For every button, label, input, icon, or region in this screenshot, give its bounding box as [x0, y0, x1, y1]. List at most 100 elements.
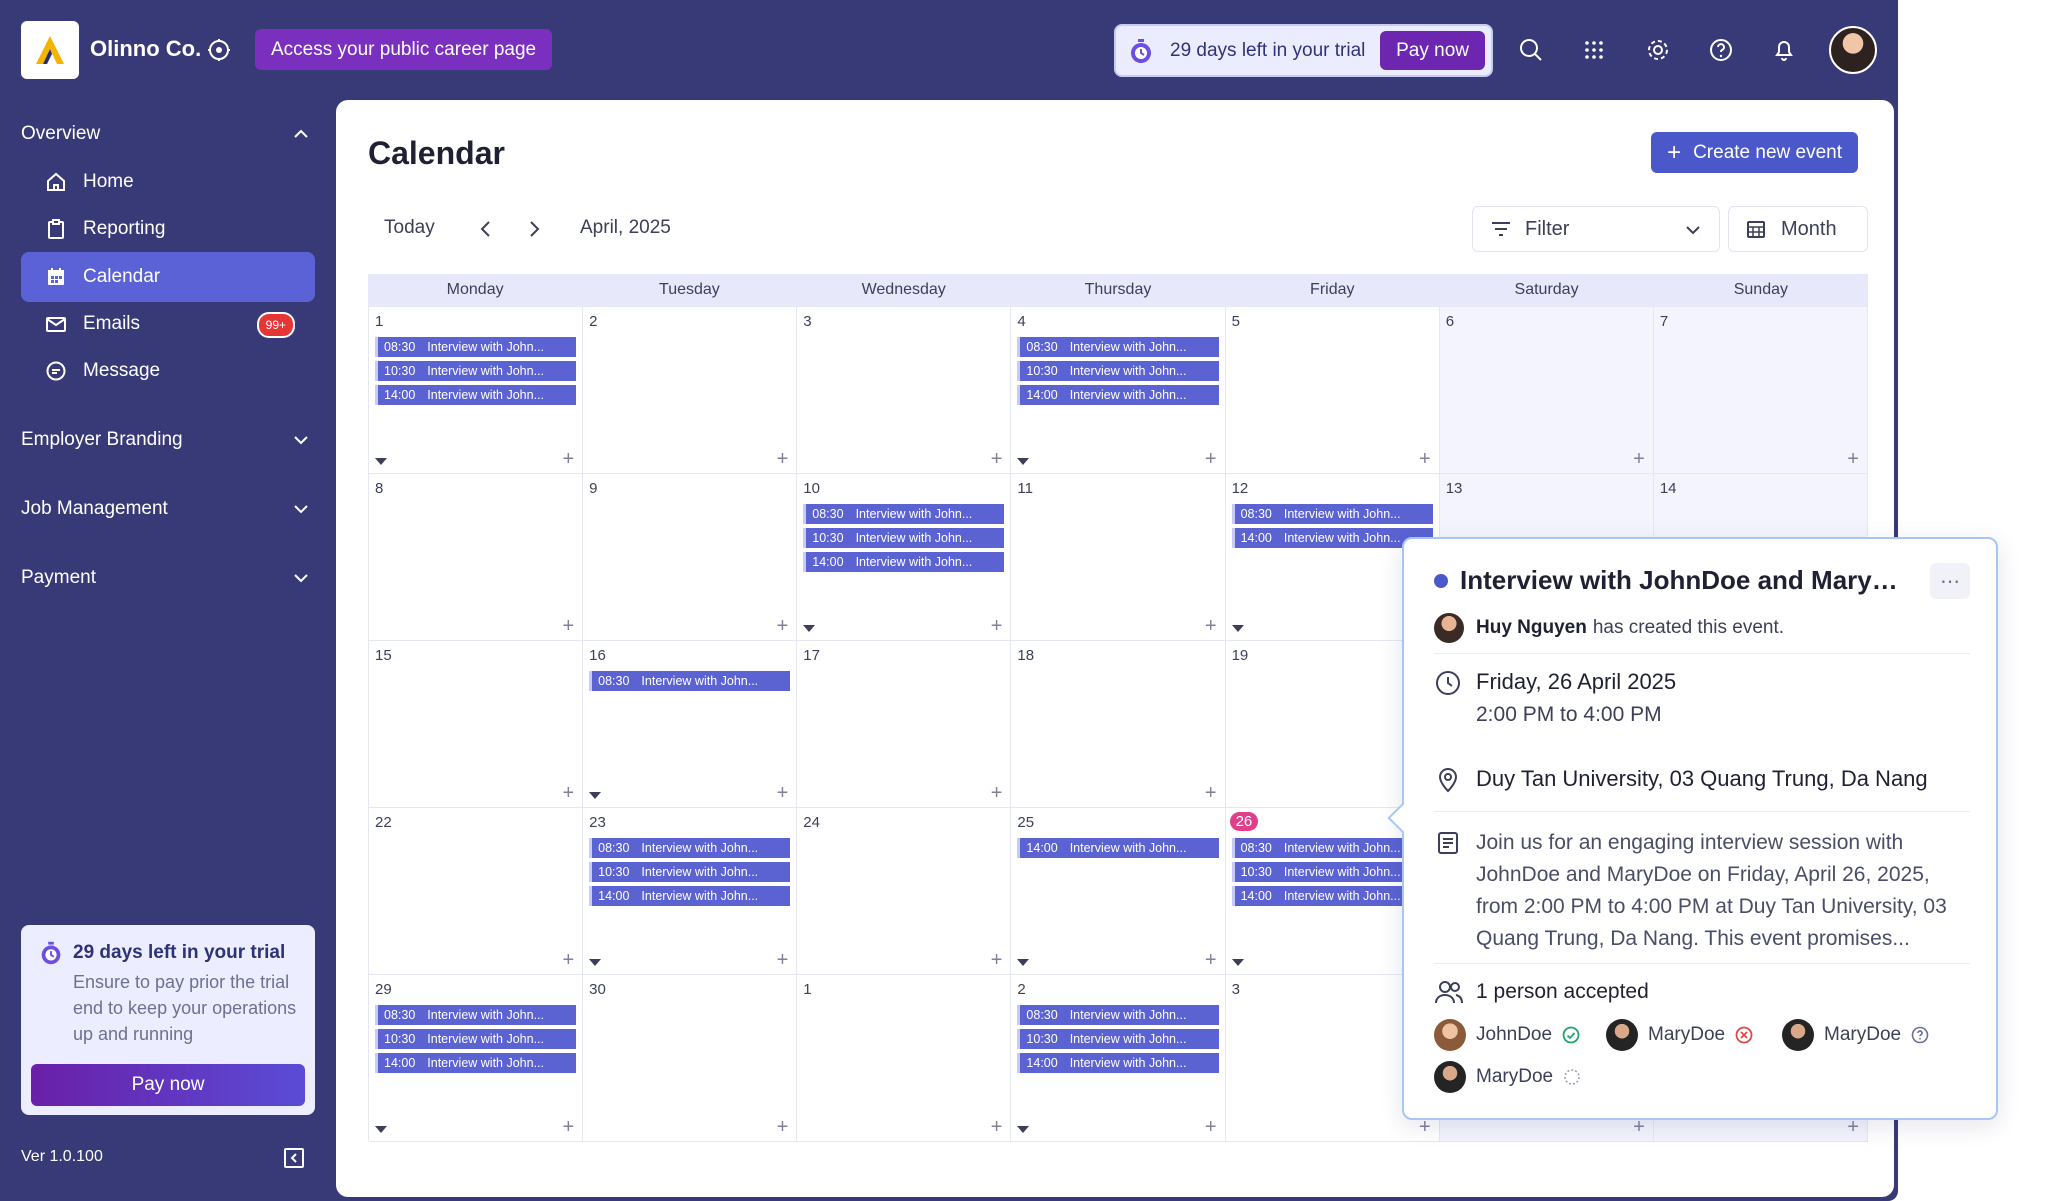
- filter-dropdown[interactable]: Filter: [1472, 206, 1720, 252]
- calendar-day-cell[interactable]: 1 +: [797, 975, 1012, 1142]
- calendar-day-cell[interactable]: 30 +: [583, 975, 798, 1142]
- calendar-event[interactable]: 08:30 Interview with John...: [375, 337, 577, 357]
- sidebar-section-overview[interactable]: Overview: [21, 114, 315, 154]
- expand-events-icon[interactable]: [375, 1126, 387, 1133]
- help-icon[interactable]: [1707, 36, 1735, 64]
- add-event-icon[interactable]: +: [991, 448, 1003, 471]
- calendar-day-cell[interactable]: 2 +: [583, 307, 798, 474]
- chevron-left-icon[interactable]: [474, 217, 498, 241]
- sidebar-item-message[interactable]: Message: [21, 346, 315, 396]
- calendar-day-cell[interactable]: 4 08:30 Interview with John... 10:30 Intervi…: [1011, 307, 1226, 474]
- brand-logo[interactable]: [21, 21, 79, 79]
- calendar-day-cell[interactable]: 10 08:30 Interview with John... 10:30 Interv…: [797, 474, 1012, 641]
- calendar-event[interactable]: 08:30 Interview with John...: [589, 838, 791, 858]
- calendar-event[interactable]: 08:30 Interview with John...: [1017, 1005, 1219, 1025]
- expand-events-icon[interactable]: [1017, 959, 1030, 966]
- chevron-right-icon[interactable]: [522, 217, 546, 241]
- expand-events-icon[interactable]: [1231, 959, 1244, 966]
- sidebar-section-payment[interactable]: Payment: [21, 558, 315, 598]
- calendar-event[interactable]: 10:30 Interview with John...: [803, 528, 1005, 548]
- add-event-icon[interactable]: +: [991, 615, 1003, 638]
- attendee[interactable]: MaryDoe: [1434, 1061, 1581, 1093]
- add-event-icon[interactable]: +: [991, 782, 1003, 805]
- calendar-event[interactable]: 08:30 Interview with John...: [1231, 504, 1433, 524]
- bell-icon[interactable]: [1770, 36, 1798, 64]
- switch-org-icon[interactable]: [205, 36, 233, 64]
- more-options-button[interactable]: ⋯: [1930, 563, 1970, 599]
- pay-now-button[interactable]: Pay now: [1380, 31, 1485, 70]
- add-event-icon[interactable]: +: [562, 782, 574, 805]
- calendar-day-cell[interactable]: 15 +: [369, 641, 584, 808]
- calendar-event[interactable]: 14:00 Interview with John...: [1017, 385, 1219, 405]
- gear-icon[interactable]: [1644, 36, 1672, 64]
- expand-events-icon[interactable]: [803, 625, 816, 632]
- calendar-event[interactable]: 14:00 Interview with John...: [375, 1053, 577, 1073]
- expand-events-icon[interactable]: [589, 792, 602, 799]
- calendar-event[interactable]: 10:30 Interview with John...: [1017, 361, 1219, 381]
- sidebar-item-emails[interactable]: Emails 99+: [21, 299, 315, 349]
- add-event-icon[interactable]: +: [777, 1116, 789, 1139]
- view-mode-dropdown[interactable]: Month: [1728, 206, 1868, 252]
- sidebar-section-employer-branding[interactable]: Employer Branding: [21, 420, 315, 460]
- add-event-icon[interactable]: +: [1205, 782, 1217, 805]
- calendar-day-cell[interactable]: 6 +: [1439, 307, 1654, 474]
- expand-events-icon[interactable]: [589, 959, 602, 966]
- collapse-sidebar-icon[interactable]: [282, 1146, 306, 1170]
- user-avatar[interactable]: [1829, 26, 1877, 74]
- add-event-icon[interactable]: +: [1847, 448, 1859, 471]
- sidebar-item-reporting[interactable]: Reporting: [21, 204, 315, 254]
- calendar-event[interactable]: 14:00 Interview with John...: [1017, 1053, 1219, 1073]
- add-event-icon[interactable]: +: [562, 949, 574, 972]
- calendar-event[interactable]: 10:30 Interview with John...: [1017, 1029, 1219, 1049]
- calendar-event[interactable]: 08:30 Interview with John...: [803, 504, 1005, 524]
- add-event-icon[interactable]: +: [562, 448, 574, 471]
- calendar-day-cell[interactable]: 18 +: [1011, 641, 1226, 808]
- calendar-day-cell[interactable]: 5+: [1225, 307, 1440, 474]
- add-event-icon[interactable]: +: [562, 615, 574, 638]
- add-event-icon[interactable]: +: [991, 949, 1003, 972]
- calendar-event[interactable]: 14:00 Interview with John...: [589, 886, 791, 906]
- expand-events-icon[interactable]: [1231, 625, 1244, 632]
- calendar-day-cell[interactable]: 29 08:30 Interview with John... 10:30 Interv…: [369, 975, 584, 1142]
- sidebar-item-home[interactable]: Home: [21, 157, 315, 207]
- calendar-event[interactable]: 10:30 Interview with John...: [375, 361, 577, 381]
- search-icon[interactable]: [1517, 36, 1545, 64]
- add-event-icon[interactable]: +: [1205, 615, 1217, 638]
- calendar-day-cell[interactable]: 17 +: [797, 641, 1012, 808]
- add-event-icon[interactable]: +: [1419, 448, 1431, 471]
- calendar-day-cell[interactable]: 9 +: [583, 474, 798, 641]
- calendar-day-cell[interactable]: 16 08:30 Interview with John... +: [583, 641, 798, 808]
- calendar-day-cell[interactable]: 22 +: [369, 808, 584, 975]
- sidebar-section-job-management[interactable]: Job Management: [21, 489, 315, 529]
- add-event-icon[interactable]: +: [777, 615, 789, 638]
- add-event-icon[interactable]: +: [777, 949, 789, 972]
- add-event-icon[interactable]: +: [777, 448, 789, 471]
- calendar-day-cell[interactable]: 8 +: [369, 474, 584, 641]
- calendar-day-cell[interactable]: 23 08:30 Interview with John... 10:30 Interv…: [583, 808, 798, 975]
- career-page-button[interactable]: Access your public career page: [255, 29, 553, 70]
- calendar-day-cell[interactable]: 25 14:00 Interview with John... +: [1011, 808, 1226, 975]
- attendee[interactable]: MaryDoe: [1606, 1019, 1753, 1051]
- attendee[interactable]: JohnDoe: [1434, 1019, 1580, 1051]
- add-event-icon[interactable]: +: [1205, 448, 1217, 471]
- apps-grid-icon[interactable]: [1580, 36, 1608, 64]
- today-button[interactable]: Today: [384, 217, 435, 239]
- create-event-button[interactable]: + Create new event: [1651, 132, 1858, 173]
- calendar-day-cell[interactable]: 24 +: [797, 808, 1012, 975]
- calendar-day-cell[interactable]: 3 +: [797, 307, 1012, 474]
- calendar-event[interactable]: 14:00 Interview with John...: [803, 552, 1005, 572]
- calendar-event[interactable]: 08:30 Interview with John...: [589, 671, 791, 691]
- expand-events-icon[interactable]: [1017, 1126, 1030, 1133]
- sidebar-item-calendar[interactable]: Calendar: [21, 252, 315, 302]
- expand-events-icon[interactable]: [375, 458, 387, 465]
- calendar-day-cell[interactable]: 2 08:30 Interview with John... 10:30 Intervi…: [1011, 975, 1226, 1142]
- attendee[interactable]: MaryDoe: [1782, 1019, 1929, 1051]
- add-event-icon[interactable]: +: [1205, 1116, 1217, 1139]
- trial-card-pay-button[interactable]: Pay now: [31, 1064, 305, 1106]
- add-event-icon[interactable]: +: [1633, 448, 1645, 471]
- calendar-event[interactable]: 14:00 Interview with John...: [1017, 838, 1219, 858]
- calendar-event[interactable]: 08:30 Interview with John...: [375, 1005, 577, 1025]
- calendar-day-cell[interactable]: 1 08:30 Interview with John... 10:30 Intervi…: [369, 307, 584, 474]
- add-event-icon[interactable]: +: [777, 782, 789, 805]
- add-event-icon[interactable]: +: [562, 1116, 574, 1139]
